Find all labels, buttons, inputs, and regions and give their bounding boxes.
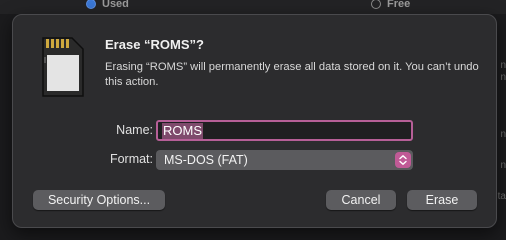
used-dot-icon: [86, 0, 96, 9]
name-label: Name:: [116, 123, 153, 137]
background-glyph: n: [500, 129, 506, 140]
format-select[interactable]: MS-DOS (FAT): [156, 150, 413, 170]
legend-free-label: Free: [387, 0, 411, 10]
background-window-strip: [0, 0, 506, 14]
background-glyph: n: [500, 160, 506, 171]
legend-used: Used: [86, 0, 129, 10]
name-field-value: ROMS: [162, 122, 203, 139]
format-select-value: MS-DOS (FAT): [164, 153, 248, 167]
legend-free: Free: [371, 0, 410, 10]
dialog-title: Erase “ROMS”?: [105, 37, 204, 52]
background-glyph: n: [500, 72, 506, 83]
erase-dialog: Erase “ROMS”? Erasing “ROMS” will perman…: [12, 14, 497, 228]
erase-button[interactable]: Erase: [407, 190, 477, 210]
background-glyph: ta: [497, 191, 506, 202]
free-dot-icon: [371, 0, 381, 9]
cancel-button[interactable]: Cancel: [326, 190, 396, 210]
sd-card-icon: [42, 37, 84, 97]
security-options-button[interactable]: Security Options...: [33, 190, 165, 210]
legend-used-label: Used: [102, 0, 129, 10]
chevron-up-down-icon: [395, 152, 411, 168]
dialog-message: Erasing “ROMS” will permanently erase al…: [105, 61, 479, 88]
background-glyph: n: [500, 60, 506, 71]
format-label: Format:: [109, 152, 153, 166]
name-field[interactable]: ROMS: [156, 120, 413, 141]
